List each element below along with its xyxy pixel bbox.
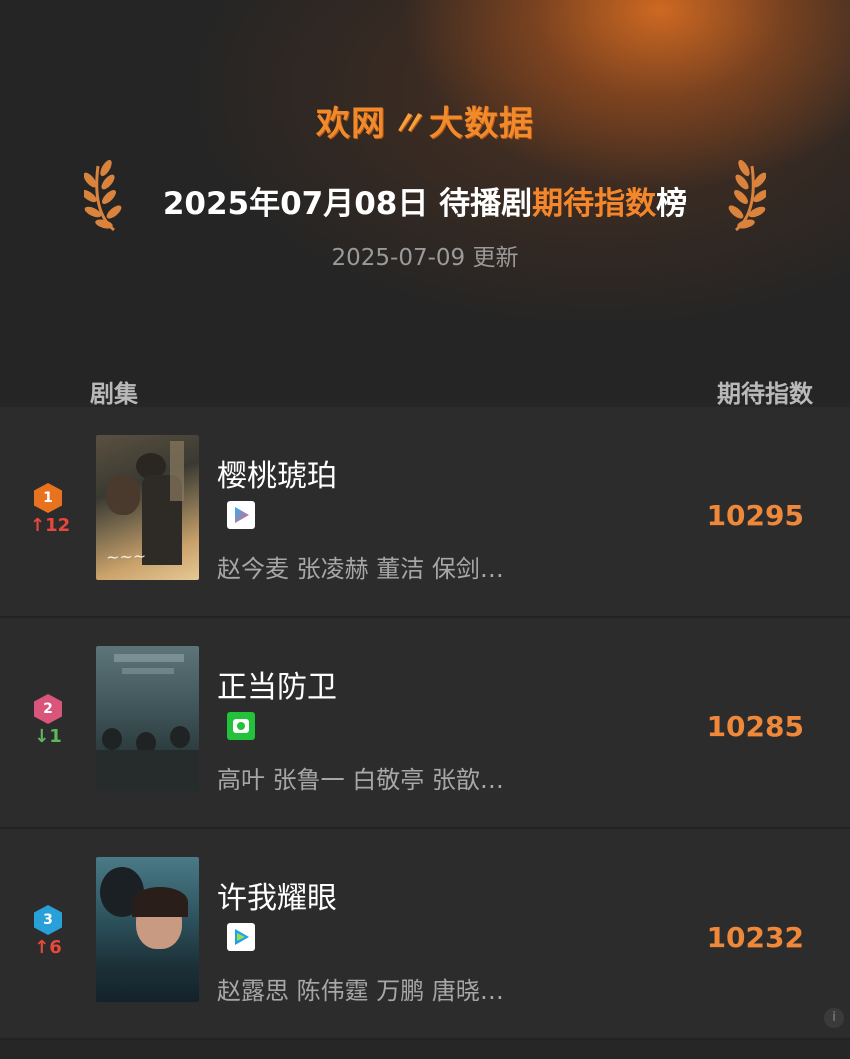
rank-change: ↑12 xyxy=(30,515,71,536)
youku-icon[interactable] xyxy=(227,501,255,529)
drama-title[interactable]: 许我耀眼 xyxy=(217,873,337,917)
rank-change: ↓1 xyxy=(34,726,62,747)
iqiyi-icon[interactable] xyxy=(227,712,255,740)
poster-image[interactable] xyxy=(96,646,199,791)
arrow-up-icon: ↑ xyxy=(30,515,46,536)
cast-list: 赵露思 陈伟霆 万鹏 唐晓… xyxy=(217,977,504,1005)
list-item[interactable]: 2 ↓1 正当防卫 高叶 张鲁一 白敬亭 张歆… 10285 xyxy=(0,618,850,829)
column-header-expectation-index[interactable]: 期待指数 xyxy=(717,374,813,409)
list-item[interactable]: 1 ↑12 ~~~ 樱桃琥珀 赵今麦 张凌赫 董洁 保剑… 10295 xyxy=(0,407,850,618)
column-header-drama: 剧集 xyxy=(90,380,138,408)
cast-list: 赵今麦 张凌赫 董洁 保剑… xyxy=(217,555,504,583)
arrow-up-icon: ↑ xyxy=(34,937,50,958)
rank-indicator: 3 ↑6 xyxy=(30,905,66,958)
rank-badge: 3 xyxy=(34,905,62,935)
tencent-video-icon[interactable] xyxy=(227,923,255,951)
rank-badge: 2 xyxy=(34,694,62,724)
arrow-down-icon: ↓ xyxy=(34,726,50,747)
poster-image[interactable] xyxy=(96,857,199,1002)
cast-list: 高叶 张鲁一 白敬亭 张歆… xyxy=(217,766,504,794)
drama-title[interactable]: 正当防卫 xyxy=(217,662,337,706)
update-date: 2025-07-09 更新 xyxy=(331,245,519,271)
rank-badge: 1 xyxy=(34,483,62,513)
rank-change: ↑6 xyxy=(34,937,62,958)
huan-big-data-logo: 欢网〃大数据 xyxy=(316,104,534,144)
ranking-list: 1 ↑12 ~~~ 樱桃琥珀 赵今麦 张凌赫 董洁 保剑… 10295 2 ↓1 xyxy=(0,407,850,1040)
expectation-score: 10232 xyxy=(706,921,804,954)
poster-image[interactable]: ~~~ xyxy=(96,435,199,580)
list-item[interactable]: 3 ↑6 许我耀眼 赵露思 陈伟霆 万鹏 唐晓… 10232 i xyxy=(0,829,850,1040)
expectation-score: 10285 xyxy=(706,710,804,743)
rank-indicator: 2 ↓1 xyxy=(30,694,66,747)
expectation-score: 10295 xyxy=(706,499,804,532)
rank-indicator: 1 ↑12 xyxy=(30,483,71,536)
drama-title[interactable]: 樱桃琥珀 xyxy=(217,451,337,495)
laurel-right-icon xyxy=(728,160,766,232)
info-icon[interactable]: i xyxy=(824,1008,844,1028)
